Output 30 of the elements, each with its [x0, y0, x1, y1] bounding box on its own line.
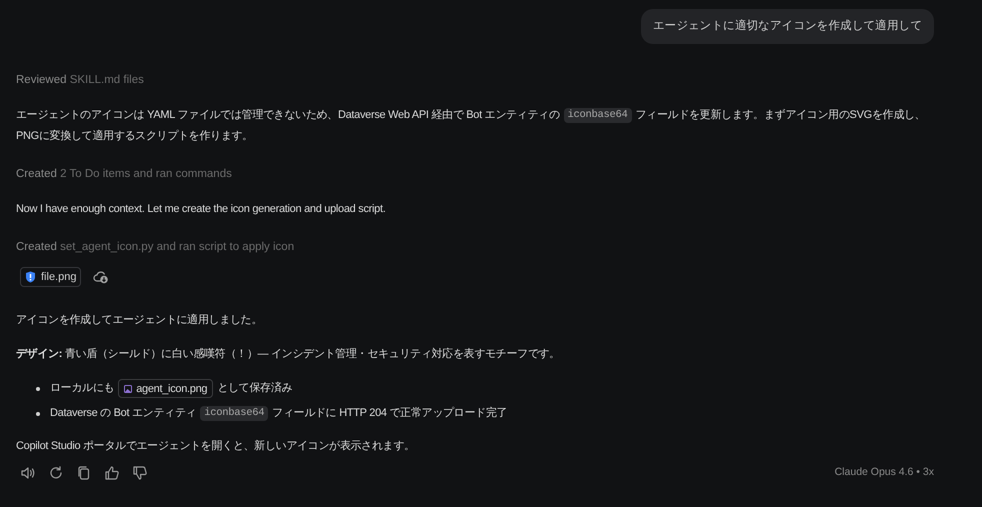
thumbs-up-icon[interactable] — [104, 465, 120, 481]
text: アイコンを作成してエージェントに適用しました。 — [16, 312, 262, 328]
bullet — [36, 412, 40, 416]
text: フィールドを更新します。まずアイコン用のSVGを作成し、 — [636, 108, 926, 123]
text: Dataverse の Bot エンティティ — [50, 406, 196, 422]
shield-icon — [25, 271, 36, 283]
text: デザイン: 青い盾（シールド）に白い感嘆符（！）— インシデント管理・セキュリティ対応を表すモチーフです。 — [16, 346, 560, 362]
refresh-icon[interactable] — [48, 465, 64, 481]
copy-icon[interactable] — [76, 465, 92, 481]
activity-summary: Created set_agent_icon.py and ran script to apply icon — [16, 240, 296, 255]
inline-code: iconbase64 — [564, 108, 632, 123]
text: エージェントのアイコンは YAML ファイルでは管理できないため、Dataverse Web API 経由で Bot エンティティの — [16, 108, 560, 123]
text: Copilot Studio ポータルでエージェントを開くと、新しいアイコンが表示されます。 — [16, 438, 415, 454]
text: Now I have enough context. Let me create the icon generation and upload script. — [16, 202, 386, 217]
text: として保存済み — [217, 380, 292, 396]
file-attachment[interactable]: file.png — [20, 267, 82, 287]
inline-code: iconbase64 — [200, 406, 268, 421]
text: ローカルにも — [50, 381, 114, 396]
text: フィールドに HTTP 204 で正常アップロード完了 — [272, 406, 508, 422]
bullet — [36, 386, 40, 390]
activity-summary: Created 2 To Do items and ran commands — [16, 167, 233, 182]
image-file-icon — [124, 384, 132, 392]
cloud-download-icon[interactable] — [93, 270, 110, 284]
thumbs-down-icon[interactable] — [132, 465, 148, 481]
model-label: Claude Opus 4.6 • 3x — [834, 465, 934, 480]
file-reference[interactable]: agent_icon.png — [118, 379, 214, 398]
user-message: エージェントに適切なアイコンを作成して適用して — [640, 9, 934, 44]
activity-summary: Reviewed SKILL.md files — [16, 73, 145, 88]
text: PNGに変換して適用するスクリプトを作ります。 — [16, 128, 253, 144]
speaker-icon[interactable] — [20, 465, 36, 481]
